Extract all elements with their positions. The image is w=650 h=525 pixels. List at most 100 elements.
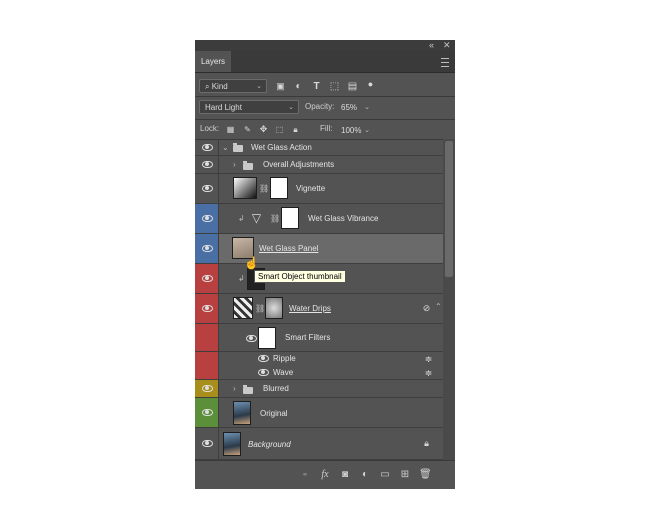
chevron-up-icon[interactable]: ⌃: [435, 302, 442, 312]
layer-row[interactable]: Background 🔒︎: [195, 428, 443, 460]
delete-layer-icon[interactable]: 🗑︎: [419, 469, 432, 481]
chain-link-icon[interactable]: ⛓: [255, 304, 265, 313]
visibility-cell[interactable]: [195, 204, 219, 233]
eye-icon[interactable]: [202, 245, 213, 252]
tab-layers[interactable]: Layers: [195, 51, 231, 72]
eye-icon[interactable]: [202, 215, 213, 222]
new-group-icon[interactable]: ▭: [379, 469, 391, 481]
visibility-cell[interactable]: [195, 398, 219, 427]
layer-row[interactable]: ⛓ Vignette: [195, 174, 443, 204]
tooltip: Smart Object thumbnail: [254, 270, 346, 283]
fill-label: Fill:: [320, 124, 333, 133]
chain-link-icon[interactable]: ⛓: [270, 214, 280, 223]
smart-filter-options-icon[interactable]: ⊘: [421, 303, 432, 314]
chevron-down-icon: ⌄: [364, 104, 370, 111]
tab-row: Layers: [195, 51, 455, 73]
fill-value: 100%: [341, 126, 362, 135]
chevron-right-icon[interactable]: ›: [233, 384, 236, 394]
visibility-cell[interactable]: [195, 294, 219, 323]
smart-filter-mask-thumbnail[interactable]: [258, 327, 276, 349]
lock-brush-icon[interactable]: ✎: [242, 124, 253, 135]
layer-row[interactable]: Smart Filters: [195, 324, 443, 352]
fx-icon[interactable]: fx: [319, 469, 331, 481]
chevron-right-icon[interactable]: ›: [233, 160, 236, 170]
visibility-cell[interactable]: [195, 139, 219, 155]
type-filter-icon[interactable]: T: [311, 81, 322, 92]
layer-name: Smart Filters: [285, 333, 331, 342]
eye-icon[interactable]: [202, 440, 213, 447]
lock-row: Lock: ▦ ✎ ✥ ⬚ 🔒︎ Fill: 100% ⌄: [195, 120, 455, 139]
eye-icon[interactable]: [258, 355, 269, 362]
adjustment-filter-icon[interactable]: ◐: [293, 81, 304, 92]
image-filter-icon[interactable]: ▣: [275, 81, 286, 92]
visibility-cell[interactable]: [195, 234, 219, 263]
visibility-cell[interactable]: [195, 428, 219, 459]
shape-filter-icon[interactable]: ⬚: [329, 81, 340, 92]
layer-name: Water Drips: [289, 304, 331, 313]
filter-row[interactable]: Ripple ≑: [195, 352, 443, 366]
kind-label: Kind: [211, 82, 228, 91]
photo-thumbnail[interactable]: [223, 432, 241, 456]
chevron-down-icon: ⌄: [256, 83, 262, 90]
smart-object-filter-icon[interactable]: ▤: [347, 81, 358, 92]
layer-row[interactable]: Original: [195, 398, 443, 428]
eye-icon[interactable]: [246, 335, 257, 342]
layer-name: Wet Glass Action: [251, 143, 312, 152]
opacity-field[interactable]: 65% ⌄: [335, 100, 375, 114]
lock-artboard-icon[interactable]: ⬚: [274, 124, 285, 135]
chain-link-icon[interactable]: ⛓: [259, 184, 269, 193]
eye-icon[interactable]: [202, 409, 213, 416]
eye-icon[interactable]: [202, 185, 213, 192]
new-adjustment-icon[interactable]: ◐: [359, 469, 371, 481]
chevron-down-icon[interactable]: ⌄: [222, 143, 229, 153]
eye-icon[interactable]: [202, 161, 213, 168]
blending-options-icon[interactable]: ≑: [423, 354, 434, 365]
layer-name: Wet Glass Vibrance: [308, 214, 379, 223]
collapse-icon[interactable]: «: [429, 40, 434, 51]
filter-row[interactable]: Wave ≑: [195, 366, 443, 380]
chevron-down-icon: ⌄: [288, 104, 294, 111]
blending-options-icon[interactable]: ≑: [423, 368, 434, 379]
layer-mask-thumbnail[interactable]: [270, 177, 288, 199]
hamburger-menu-icon[interactable]: [441, 58, 449, 67]
photo-thumbnail[interactable]: [233, 401, 251, 425]
clipping-arrow-icon: ↲: [238, 214, 245, 223]
kind-filter-dropdown[interactable]: ⌕ Kind ⌄: [199, 79, 267, 93]
layer-name: Blurred: [263, 384, 289, 393]
visibility-cell[interactable]: [195, 174, 219, 203]
link-layers-icon[interactable]: ⚭: [299, 469, 311, 481]
layer-row[interactable]: ⛓ Water Drips ⊘ ⌃: [195, 294, 443, 324]
layer-mask-thumbnail[interactable]: [281, 207, 299, 229]
eye-icon[interactable]: [202, 385, 213, 392]
layer-row[interactable]: › Blurred: [195, 380, 443, 398]
eye-icon[interactable]: [202, 144, 213, 151]
close-icon[interactable]: ✕: [443, 40, 451, 51]
layer-row[interactable]: › Overall Adjustments: [195, 156, 443, 174]
gradient-thumbnail[interactable]: [233, 177, 257, 199]
eye-icon[interactable]: [202, 305, 213, 312]
lock-move-icon[interactable]: ✥: [258, 124, 269, 135]
panel-top-bar: « ✕: [195, 40, 455, 51]
visibility-cell[interactable]: [195, 156, 219, 173]
layer-row[interactable]: ↲ ▽ ⛓ Wet Glass Vibrance: [195, 204, 443, 234]
visibility-cell[interactable]: [195, 380, 219, 397]
filter-toggle-icon[interactable]: ●: [365, 79, 376, 90]
lock-transparent-icon[interactable]: ▦: [225, 124, 236, 135]
blend-mode-value: Hard Light: [205, 103, 242, 112]
vibrance-triangle-icon[interactable]: ▽: [251, 212, 262, 224]
water-drips-thumbnail[interactable]: [233, 297, 253, 319]
folder-icon: [243, 385, 253, 394]
blend-mode-dropdown[interactable]: Hard Light ⌄: [199, 100, 299, 114]
lock-all-icon[interactable]: 🔒︎: [290, 124, 301, 135]
layer-row[interactable]: ⌄ Wet Glass Action: [195, 139, 443, 156]
eye-icon[interactable]: [258, 369, 269, 376]
eye-icon[interactable]: [202, 275, 213, 282]
opacity-value: 65%: [341, 103, 358, 112]
layer-row-selected[interactable]: Wet Glass Panel: [195, 234, 443, 264]
add-mask-icon[interactable]: ◙: [339, 469, 351, 481]
new-layer-icon[interactable]: ⊞: [399, 469, 411, 481]
filter-mask-thumbnail[interactable]: [265, 297, 283, 319]
fill-field[interactable]: 100% ⌄: [335, 123, 375, 137]
visibility-cell[interactable]: [195, 264, 219, 293]
scrollbar-thumb[interactable]: [445, 141, 453, 277]
